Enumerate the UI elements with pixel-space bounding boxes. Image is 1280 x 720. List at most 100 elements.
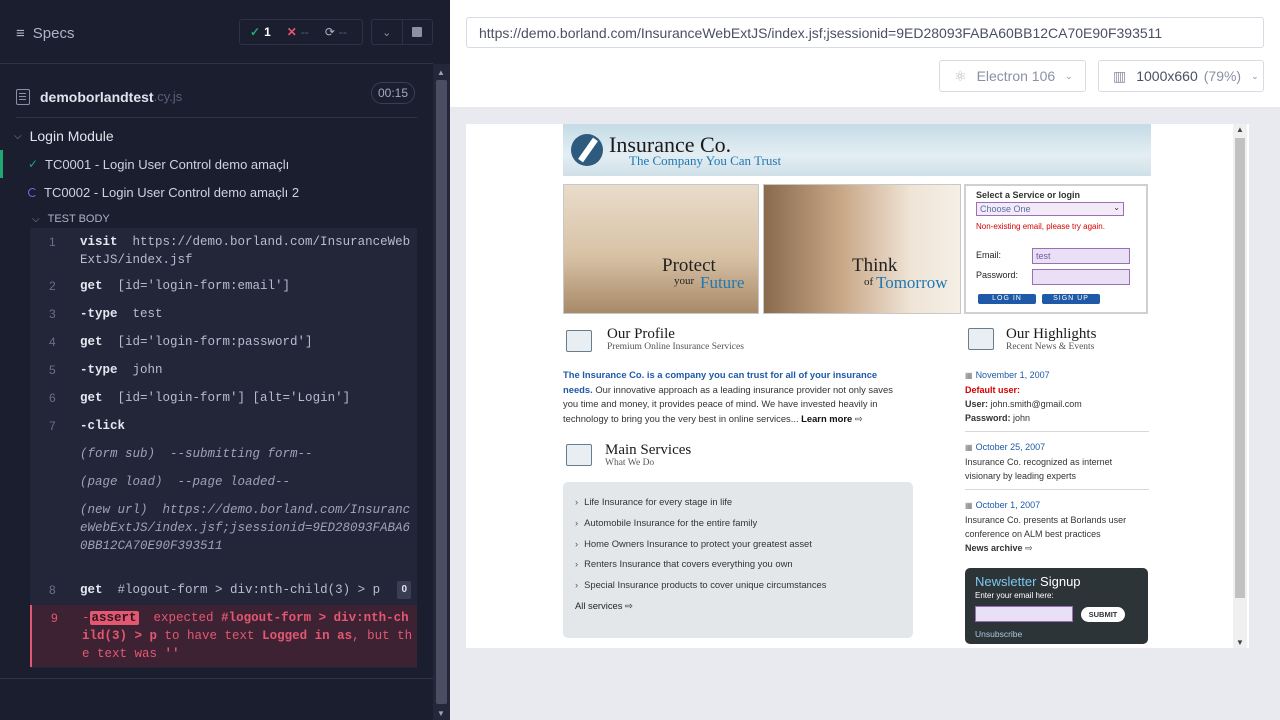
- photo-caption: Tomorrow: [876, 273, 948, 292]
- viewport-size: 1000x660: [1136, 68, 1198, 84]
- suite: ⌵ Login Module ✓ TC0001 - Login User Con…: [0, 122, 417, 232]
- menu-icon: ≡: [16, 24, 25, 42]
- suite-title[interactable]: ⌵ Login Module: [0, 122, 417, 150]
- reporter-panel: ≡ Specs ✓ 1 ✕ -- ⟳ -- ⌄ demoborlandtest …: [0, 0, 450, 720]
- hero-photo-woman: Think of Tomorrow: [763, 184, 961, 314]
- chevron-down-icon: ⌄: [1113, 203, 1120, 212]
- service-item[interactable]: Home Owners Insurance to protect your gr…: [575, 534, 901, 555]
- signup-button[interactable]: SIGN UP: [1042, 294, 1100, 304]
- scrollbar-thumb[interactable]: [1235, 138, 1245, 598]
- command-name: -type: [80, 363, 118, 377]
- test-title: TC0001 - Login User Control demo amaçlı: [45, 156, 290, 172]
- pending-count: --: [338, 25, 347, 39]
- command-message: https://demo.borland.com/InsuranceWebExt…: [80, 235, 411, 267]
- aut-url-bar[interactable]: https://demo.borland.com/InsuranceWebExt…: [466, 17, 1264, 48]
- profile-title: Our Profile: [607, 326, 675, 342]
- reporter-header: ≡ Specs ✓ 1 ✕ -- ⟳ -- ⌄: [0, 0, 433, 64]
- command-message: [id='login-form:password']: [117, 335, 313, 349]
- command-number: 6: [49, 391, 56, 405]
- highlight-date[interactable]: October 25, 2007: [965, 440, 1149, 455]
- aut-iframe: Insurance Co. The Company You Can Trust …: [466, 124, 1249, 648]
- cypress-app: ≡ Specs ✓ 1 ✕ -- ⟳ -- ⌄ demoborlandtest …: [0, 0, 1280, 720]
- command-row-failed[interactable]: 9 - assert expected #logout-form > div:nt…: [30, 605, 417, 667]
- specs-button[interactable]: ≡ Specs: [16, 22, 74, 44]
- command-row[interactable]: 1 visit https://demo.borland.com/Insuran…: [30, 233, 417, 269]
- all-services-label: All services: [575, 599, 623, 611]
- spec-name[interactable]: demoborlandtest: [40, 89, 154, 105]
- login-form: Select a Service or login Choose One ⌄ No…: [964, 184, 1148, 314]
- command-number: 7: [49, 419, 56, 433]
- highlight-value: john: [1013, 413, 1031, 423]
- stop-button[interactable]: [403, 20, 433, 44]
- service-select[interactable]: Choose One ⌄: [976, 202, 1124, 216]
- command-name: visit: [80, 235, 118, 249]
- email-field[interactable]: test: [1032, 248, 1130, 264]
- command-number: 5: [49, 363, 56, 377]
- command-message: #logout-form > div:nth-child(3) > p: [117, 583, 381, 597]
- photo-caption: of: [864, 276, 874, 288]
- logo-tagline: The Company You Can Trust: [629, 153, 782, 168]
- scroll-up-icon[interactable]: ▲: [1236, 125, 1244, 134]
- command-row-event[interactable]: (new url) https://demo.borland.com/Insur…: [30, 501, 417, 573]
- test-title: TC0002 - Login User Control demo amaçlı …: [44, 184, 300, 200]
- browser-selector[interactable]: ⚛ Electron 106 ⌄: [939, 60, 1086, 92]
- highlights-icon: [968, 328, 994, 350]
- scrollbar-thumb[interactable]: [436, 80, 447, 704]
- aut-scrollbar[interactable]: ▲ ▼: [1233, 124, 1247, 648]
- command-number: 1: [49, 235, 56, 249]
- chevron-down-icon: ⌵: [32, 213, 40, 225]
- highlight-text: Default user:: [965, 385, 1021, 395]
- photo-caption: your: [674, 275, 695, 287]
- chevron-down-icon: ⌄: [1251, 70, 1259, 81]
- test-item-running[interactable]: TC0002 - Login User Control demo amaçlı …: [0, 178, 417, 206]
- command-number: 4: [49, 335, 56, 349]
- test-item-passed[interactable]: ✓ TC0001 - Login User Control demo amaçl…: [0, 150, 417, 178]
- assert-text: expected: [153, 611, 214, 625]
- email-label: Email:: [976, 250, 1002, 260]
- collapse-toggle-button[interactable]: ⌄: [372, 20, 403, 44]
- newsletter-email-field[interactable]: [975, 606, 1073, 622]
- ruler-icon: ▥: [1113, 67, 1127, 84]
- service-item[interactable]: Special Insurance products to cover uniq…: [575, 575, 901, 596]
- services-subtitle: What We Do: [605, 458, 655, 468]
- command-name: get: [80, 583, 103, 597]
- highlight-item: October 1, 2007 Insurance Co. presents a…: [965, 498, 1149, 561]
- password-label: Password:: [976, 270, 1019, 280]
- learn-more-link[interactable]: Learn more: [801, 413, 852, 424]
- scroll-down-icon[interactable]: ▼: [437, 709, 445, 718]
- command-message: john: [132, 363, 163, 377]
- service-item[interactable]: Automobile Insurance for the entire fami…: [575, 513, 901, 534]
- highlights-list: November 1, 2007 Default user: User: joh…: [965, 368, 1149, 569]
- password-field[interactable]: [1032, 269, 1130, 285]
- service-item[interactable]: Renters Insurance that covers everything…: [575, 554, 901, 575]
- news-archive-link[interactable]: News archive: [965, 543, 1023, 553]
- highlight-text: Insurance Co. presents at Borlands user …: [965, 515, 1127, 539]
- command-message: test: [132, 307, 163, 321]
- browser-label: Electron 106: [976, 68, 1056, 84]
- scroll-down-icon[interactable]: ▼: [1236, 638, 1244, 647]
- services-box: Life Insurance for every stage in life A…: [563, 482, 913, 638]
- chevron-down-icon: ⌵: [14, 130, 22, 142]
- highlight-date[interactable]: November 1, 2007: [965, 368, 1149, 383]
- unsubscribe-link[interactable]: Unsubscribe: [975, 629, 1022, 639]
- highlights-subtitle: Recent News & Events: [1006, 342, 1095, 352]
- viewport-scale: (79%): [1203, 68, 1242, 84]
- command-name: get: [80, 391, 103, 405]
- newsletter-submit-button[interactable]: SUBMIT: [1081, 607, 1125, 622]
- login-title: Select a Service or login: [976, 190, 1081, 200]
- spinner-icon: [28, 187, 37, 197]
- login-button[interactable]: LOG IN: [978, 294, 1036, 304]
- command-log: 1 visit https://demo.borland.com/Insuran…: [30, 228, 417, 668]
- site-banner: Insurance Co. The Company You Can Trust: [563, 124, 1151, 176]
- chevron-down-icon: ⌄: [382, 26, 392, 39]
- command-number: 3: [49, 307, 56, 321]
- passed-count: 1: [264, 25, 271, 39]
- scroll-up-icon[interactable]: ▲: [437, 68, 445, 77]
- newsletter-subtitle: Enter your email here:: [975, 591, 1054, 600]
- service-item[interactable]: Life Insurance for every stage in life: [575, 492, 901, 513]
- all-services-link[interactable]: All services ⇨: [575, 600, 901, 612]
- viewport-selector[interactable]: ▥ 1000x660 (79%) ⌄: [1098, 60, 1264, 92]
- event-name: (page load): [80, 475, 163, 489]
- highlight-date[interactable]: October 1, 2007: [965, 498, 1149, 513]
- reporter-scrollbar[interactable]: ▲ ▼: [433, 64, 450, 720]
